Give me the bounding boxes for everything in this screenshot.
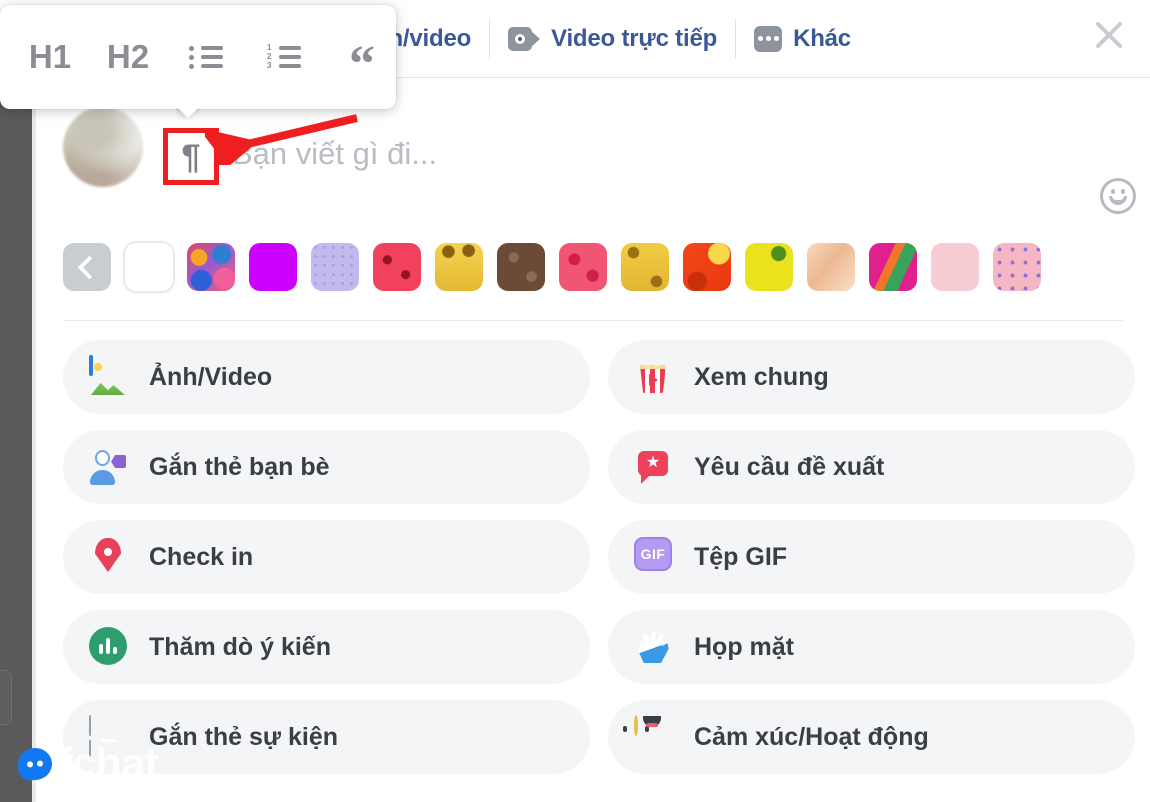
fchat-watermark: fchat xyxy=(16,739,159,788)
option-label: Gắn thẻ sự kiện xyxy=(149,722,338,751)
option-gif-file[interactable]: GIF Tệp GIF xyxy=(608,520,1135,594)
format-heading-2-button[interactable]: H2 xyxy=(106,33,150,81)
swatch-light-pink[interactable] xyxy=(931,243,979,291)
popcorn-icon xyxy=(634,357,674,397)
option-label: Check in xyxy=(149,542,254,571)
tag-friends-icon xyxy=(89,447,129,487)
option-feeling-activity[interactable]: Cảm xúc/Hoạt động xyxy=(608,700,1135,774)
photo-video-icon xyxy=(89,355,129,397)
create-post-dialog: nh/video Video trực tiếp Khác ¶ Bạn viết… xyxy=(36,0,1150,802)
option-label: Ảnh/Video xyxy=(149,362,273,391)
more-dots-icon xyxy=(754,25,783,52)
format-bulleted-list-button[interactable] xyxy=(184,33,228,81)
swatch-yellow-bee[interactable] xyxy=(435,243,483,291)
smiley-icon xyxy=(623,715,674,757)
tab-more[interactable]: Khác xyxy=(736,17,869,61)
close-icon xyxy=(1096,22,1122,48)
option-check-in[interactable]: Check in xyxy=(63,520,590,594)
emoji-picker-button[interactable] xyxy=(1100,178,1138,216)
option-label: Gắn thẻ bạn bè xyxy=(149,452,330,481)
swatch-pink-doodle[interactable] xyxy=(993,243,1041,291)
emoji-icon xyxy=(1100,178,1136,214)
swatch-orange-red[interactable] xyxy=(683,243,731,291)
background-page-ghost xyxy=(0,670,12,725)
format-heading-2-label: H2 xyxy=(106,38,150,75)
format-numbered-list-button[interactable]: 1 2 3 xyxy=(262,33,306,81)
location-pin-icon xyxy=(89,537,129,577)
option-label: Họp mặt xyxy=(694,632,794,661)
swatch-scroll-back-button[interactable] xyxy=(63,243,111,291)
swatch-lavender-pattern[interactable] xyxy=(311,243,359,291)
option-photo-video[interactable]: Ảnh/Video xyxy=(63,340,590,414)
chat-bubble-icon xyxy=(16,746,54,782)
option-label: Thăm dò ý kiến xyxy=(149,632,331,661)
swatch-magenta-green-wave[interactable] xyxy=(869,243,917,291)
live-video-icon xyxy=(508,26,541,51)
swatch-yellow-gold[interactable] xyxy=(621,243,669,291)
modal-backdrop xyxy=(0,90,32,802)
gif-icon: GIF xyxy=(634,537,674,577)
swatch-pink-hearts[interactable] xyxy=(559,243,607,291)
format-heading-1-label: H1 xyxy=(28,38,72,75)
section-divider xyxy=(63,320,1123,321)
swatch-peach-sand[interactable] xyxy=(807,243,855,291)
post-text-input[interactable]: Bạn viết gì đi... xyxy=(232,136,437,172)
format-heading-1-button[interactable]: H1 xyxy=(28,33,72,81)
option-poll[interactable]: Thăm dò ý kiến xyxy=(63,610,590,684)
user-avatar[interactable] xyxy=(63,107,143,187)
text-format-popup: H1 H2 1 2 3 “ xyxy=(0,5,396,109)
swatch-magenta[interactable] xyxy=(249,243,297,291)
post-options-grid: Ảnh/Video Xem chung Gắn thẻ bạn bè Yêu c… xyxy=(63,340,1135,774)
close-dialog-button[interactable] xyxy=(1082,8,1136,62)
swatch-plain-white[interactable] xyxy=(125,243,173,291)
option-meetup[interactable]: Họp mặt xyxy=(608,610,1135,684)
screenshot-root: nh/video Video trực tiếp Khác ¶ Bạn viết… xyxy=(0,0,1150,802)
watermark-text: fchat xyxy=(58,739,159,788)
recommendation-icon xyxy=(634,447,674,487)
paragraph-format-button[interactable]: ¶ xyxy=(163,128,219,185)
swatch-red-watermelon[interactable] xyxy=(373,243,421,291)
format-quote-button[interactable]: “ xyxy=(340,33,384,93)
quote-icon: “ xyxy=(349,36,375,93)
swatch-brown-chocolate[interactable] xyxy=(497,243,545,291)
option-label: Tệp GIF xyxy=(694,542,788,571)
option-tag-friends[interactable]: Gắn thẻ bạn bè xyxy=(63,430,590,504)
tab-live-video[interactable]: Video trực tiếp xyxy=(490,17,735,61)
option-label: Yêu cầu đề xuất xyxy=(694,452,885,481)
background-swatch-row xyxy=(36,228,1150,306)
swatch-multicolor-blob[interactable] xyxy=(187,243,235,291)
option-label: Xem chung xyxy=(694,362,829,391)
tab-live-video-label: Video trực tiếp xyxy=(551,24,718,52)
swatch-yellow-green[interactable] xyxy=(745,243,793,291)
option-label: Cảm xúc/Hoạt động xyxy=(694,722,929,751)
option-ask-recommendation[interactable]: Yêu cầu đề xuất xyxy=(608,430,1135,504)
numbered-list-icon: 1 2 3 xyxy=(267,44,301,70)
paragraph-icon: ¶ xyxy=(181,137,201,176)
tab-more-label: Khác xyxy=(793,24,851,52)
poll-icon xyxy=(89,627,129,667)
waving-hand-icon xyxy=(634,627,674,667)
popup-tail xyxy=(176,108,200,120)
option-watch-together[interactable]: Xem chung xyxy=(608,340,1135,414)
bulleted-list-icon xyxy=(189,44,223,70)
